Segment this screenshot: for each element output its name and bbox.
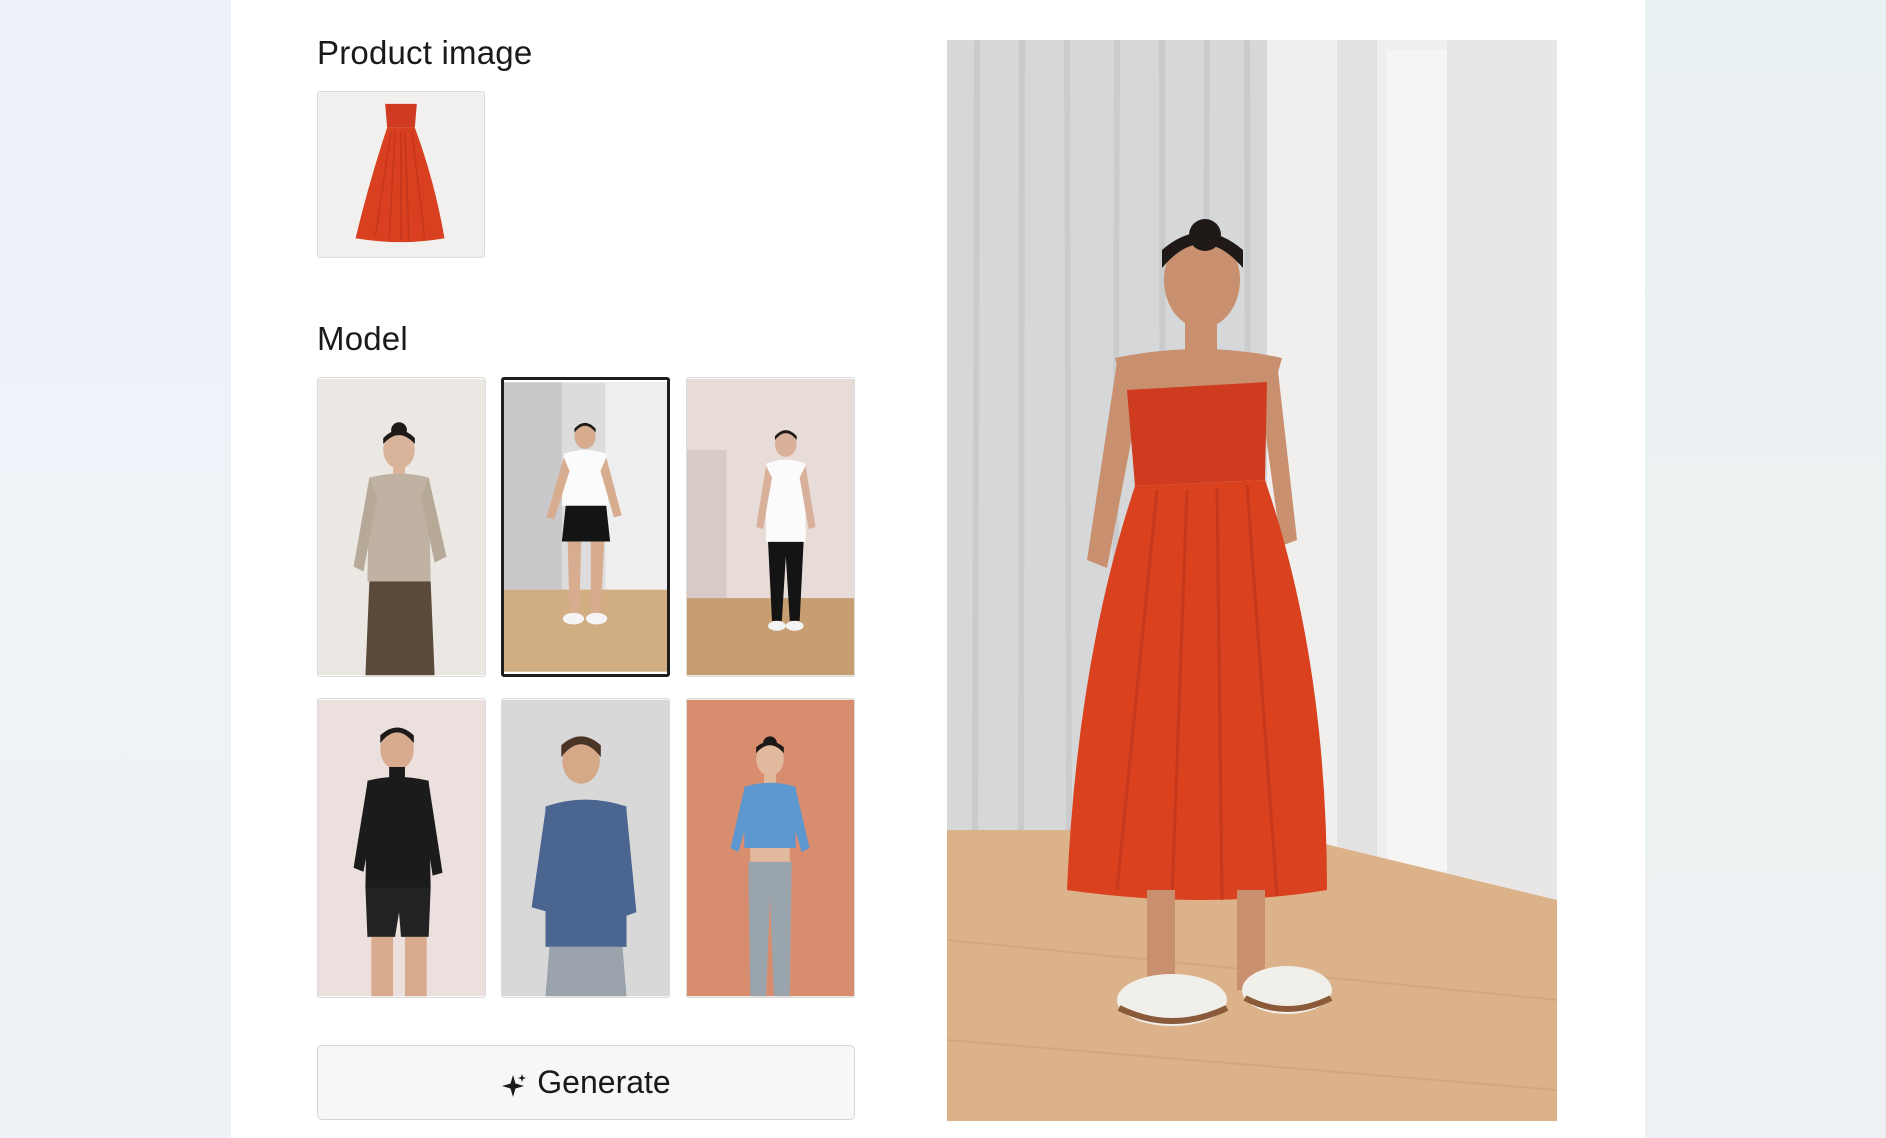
page-background-left — [0, 0, 231, 1138]
model-3-image — [687, 378, 854, 676]
generate-button-label: Generate — [537, 1064, 671, 1100]
product-image-thumbnail[interactable] — [317, 91, 485, 258]
page-background-right — [1645, 0, 1886, 1138]
model-option-6[interactable] — [686, 698, 855, 998]
model-option-4[interactable] — [317, 698, 486, 998]
dress-image — [318, 92, 484, 257]
model-5-image — [502, 699, 669, 997]
generate-button[interactable]: Generate — [317, 1045, 855, 1120]
sparkle-icon — [501, 1070, 527, 1097]
model-1-image — [318, 378, 485, 676]
model-4-image — [318, 699, 485, 997]
model-option-2[interactable] — [501, 377, 670, 677]
model-option-5[interactable] — [501, 698, 670, 998]
model-6-image — [687, 699, 854, 997]
model-heading: Model — [317, 320, 408, 357]
product-image-heading: Product image — [317, 34, 533, 71]
model-option-3[interactable] — [686, 377, 855, 677]
generated-result-image — [947, 40, 1557, 1121]
model-option-1[interactable] — [317, 377, 486, 677]
model-2-image — [504, 382, 667, 672]
